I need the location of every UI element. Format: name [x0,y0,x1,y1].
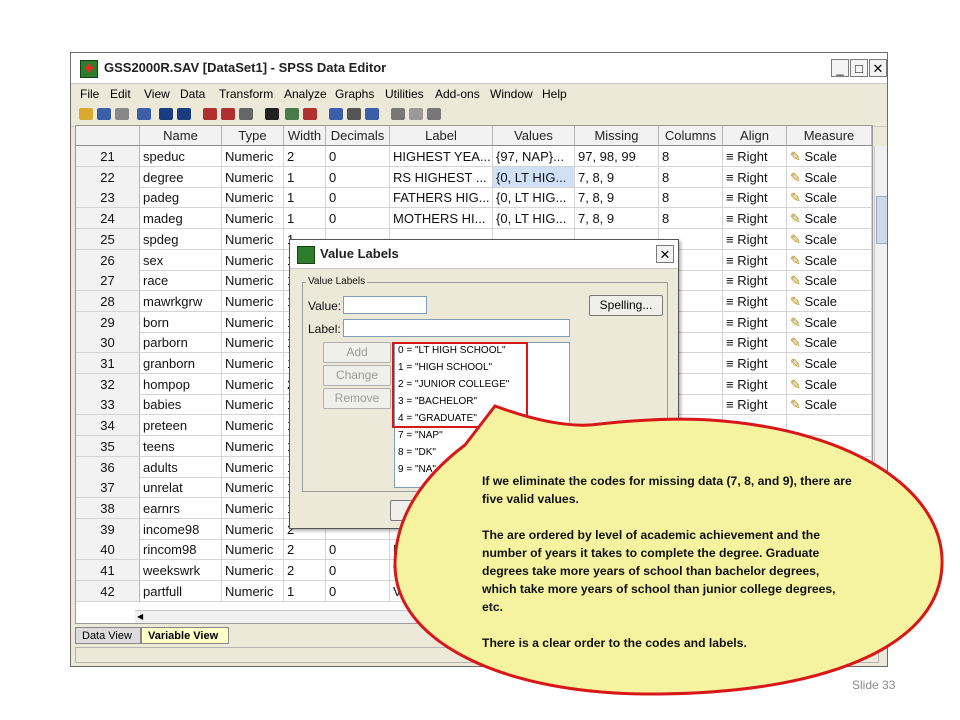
callout-text: If we eliminate the codes for missing da… [482,472,854,670]
callout-paragraph-2: The are ordered by level of academic ach… [482,528,836,614]
callout-paragraph-1: If we eliminate the codes for missing da… [482,474,852,506]
slide-number: Slide 33 [852,678,896,692]
callout-paragraph-3: There is a clear order to the codes and … [482,636,747,650]
